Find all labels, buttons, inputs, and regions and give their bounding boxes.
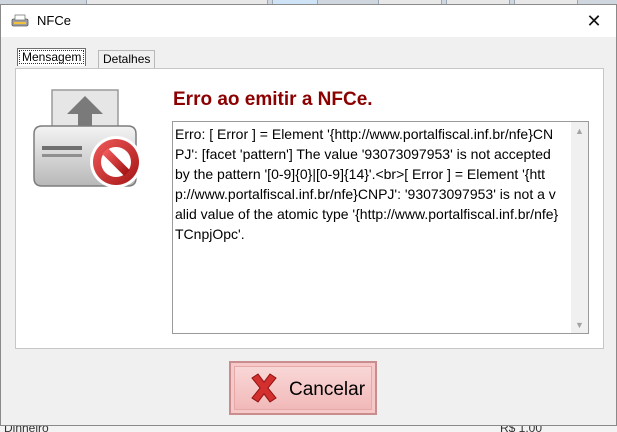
tab-label: Detalhes [103,52,151,66]
window-title: NFCe [37,13,71,28]
error-details-text: Erro: [ Error ] = Element '{http://www.p… [175,126,559,242]
cancel-label: Cancelar [289,379,366,400]
message-panel: Erro ao emitir a NFCe. Erro: [ Error ] =… [15,68,604,349]
cancel-button[interactable]: Cancelar [229,361,377,415]
title-bar: NFCe ✕ [1,5,616,37]
vertical-scrollbar[interactable]: ▲ ▼ [571,122,588,333]
scroll-down-icon[interactable]: ▼ [571,316,588,333]
close-icon: ✕ [586,10,602,31]
nfce-error-dialog: NFCe ✕ Mensagem Detalhes Erro ao emitir … [0,4,617,426]
tab-detalhes[interactable]: Detalhes [98,50,156,68]
red-x-icon [251,373,277,403]
printer-icon [11,14,29,27]
tab-label: Mensagem [22,50,82,64]
scroll-up-icon[interactable]: ▲ [571,122,588,139]
error-heading: Erro ao emitir a NFCe. [173,89,373,110]
tab-mensagem[interactable]: Mensagem [17,48,87,66]
close-button[interactable]: ✕ [572,5,616,37]
printer-error-icon [33,89,142,188]
error-details-textarea[interactable]: Erro: [ Error ] = Element '{http://www.p… [172,121,589,334]
